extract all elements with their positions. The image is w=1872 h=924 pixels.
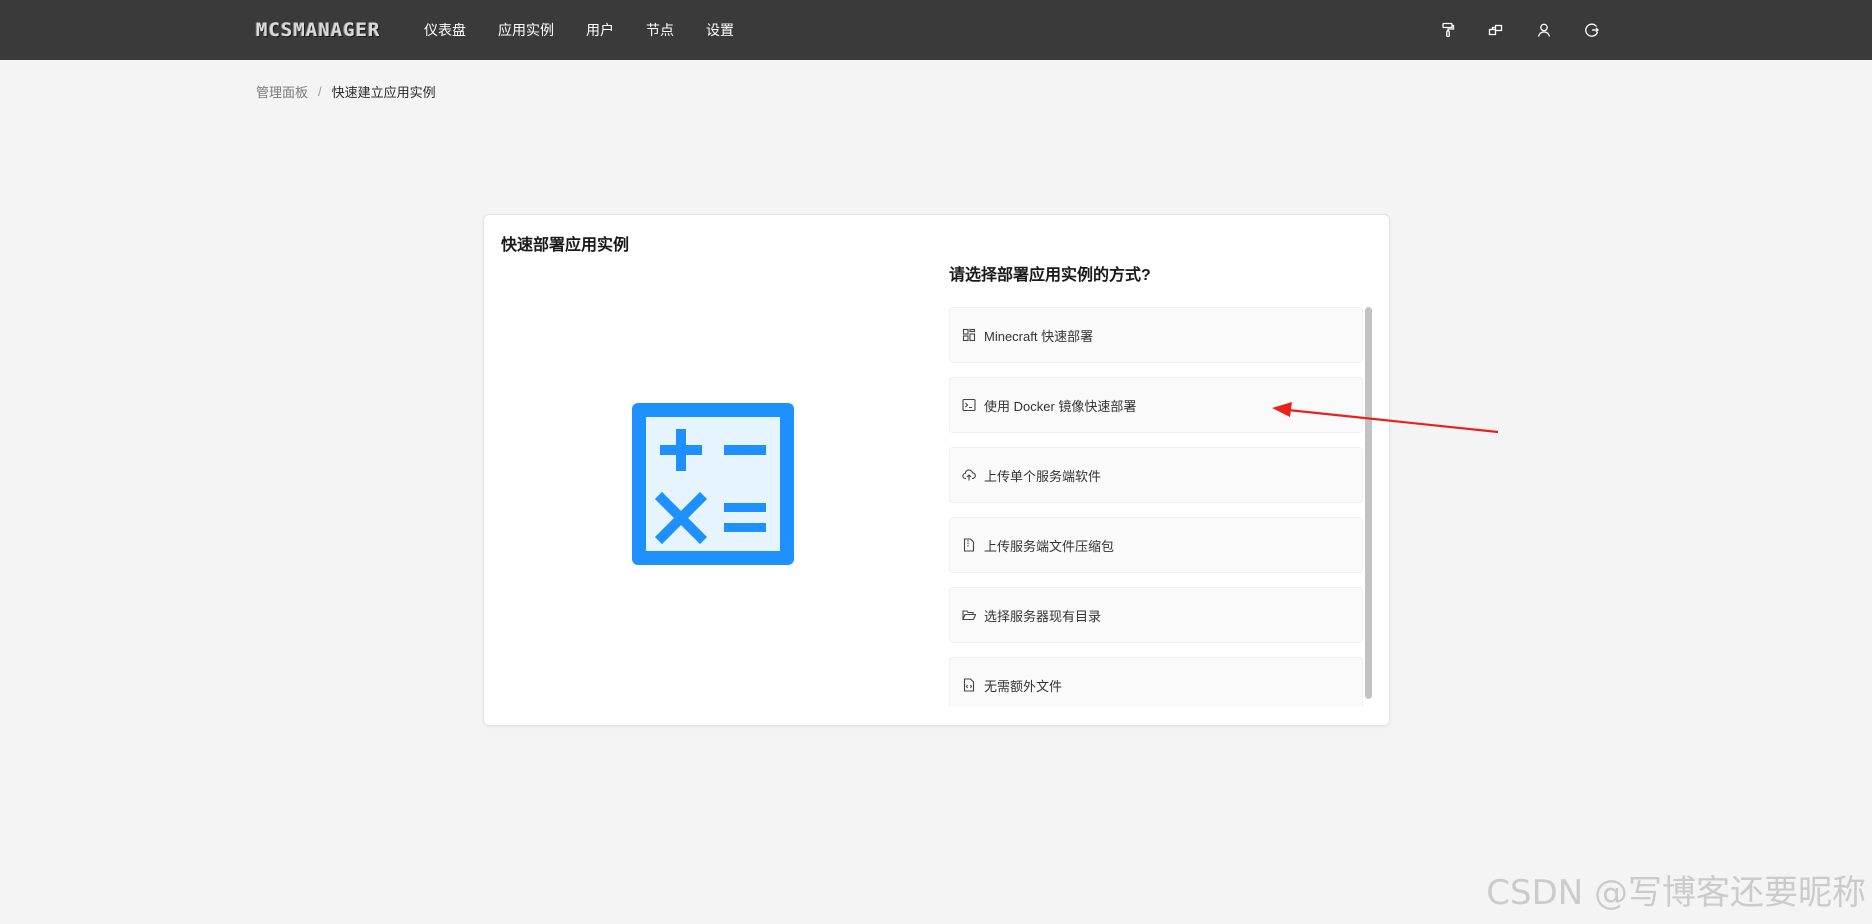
user-icon[interactable]: [1536, 22, 1552, 38]
top-navbar: MCSMANAGER 仪表盘 应用实例 用户 节点 设置: [0, 0, 1872, 60]
option-label: 上传服务端文件压缩包: [984, 538, 1115, 554]
annotation-arrow: [1272, 402, 1499, 434]
option-no-extra-files[interactable]: 无需额外文件: [949, 657, 1363, 707]
terminal-icon: [962, 398, 976, 412]
option-label: 选择服务器现有目录: [984, 608, 1102, 624]
nav-users[interactable]: 用户: [586, 20, 614, 40]
deploy-options-list: Minecraft 快速部署 使用 Docker 镜像快速部署 上传单个服务端软…: [949, 307, 1365, 707]
logout-icon[interactable]: [1584, 22, 1600, 38]
file-code-icon: [962, 678, 976, 692]
nav-settings[interactable]: 设置: [706, 20, 734, 40]
deploy-method-question: 请选择部署应用实例的方式?: [949, 267, 1151, 284]
calculator-icon: [632, 403, 794, 565]
folder-open-icon: [962, 608, 976, 622]
breadcrumb-current: 快速建立应用实例: [331, 85, 436, 100]
paint-roller-icon[interactable]: [1440, 22, 1456, 38]
nav-nodes[interactable]: 节点: [646, 20, 674, 40]
quick-deploy-card: 快速部署应用实例 请选择部署应用实例的方式? Minecraft 快速部署 使用…: [483, 214, 1390, 726]
main-nav: 仪表盘 应用实例 用户 节点 设置: [424, 0, 734, 60]
option-label: Minecraft 快速部署: [984, 328, 1094, 344]
options-scrollbar[interactable]: [1365, 307, 1372, 699]
file-zip-icon: [962, 538, 976, 552]
option-label: 无需额外文件: [984, 678, 1063, 694]
nav-dashboard[interactable]: 仪表盘: [424, 20, 466, 40]
option-upload-server-software[interactable]: 上传单个服务端软件: [949, 447, 1363, 503]
breadcrumb-separator: /: [318, 84, 322, 99]
card-title: 快速部署应用实例: [501, 237, 630, 254]
cloud-upload-icon: [962, 468, 976, 482]
scrollbar-thumb[interactable]: [1365, 307, 1372, 699]
option-select-existing-directory[interactable]: 选择服务器现有目录: [949, 587, 1363, 643]
nodes-icon[interactable]: [1488, 22, 1504, 38]
top-icon-group: [1440, 0, 1600, 60]
nav-instances[interactable]: 应用实例: [498, 20, 554, 40]
app-grid-icon: [962, 328, 976, 342]
breadcrumb-dashboard-link[interactable]: 管理面板: [256, 82, 308, 101]
option-upload-server-archive[interactable]: 上传服务端文件压缩包: [949, 517, 1363, 573]
csdn-watermark: CSDN @写博客还要昵称: [1486, 873, 1866, 913]
mcsmanager-logo[interactable]: MCSMANAGER: [256, 18, 380, 42]
option-label: 上传单个服务端软件: [984, 468, 1102, 484]
breadcrumb: 管理面板 / 快速建立应用实例: [256, 82, 436, 101]
option-minecraft-quick-deploy[interactable]: Minecraft 快速部署: [949, 307, 1363, 363]
option-label: 使用 Docker 镜像快速部署: [984, 398, 1137, 414]
